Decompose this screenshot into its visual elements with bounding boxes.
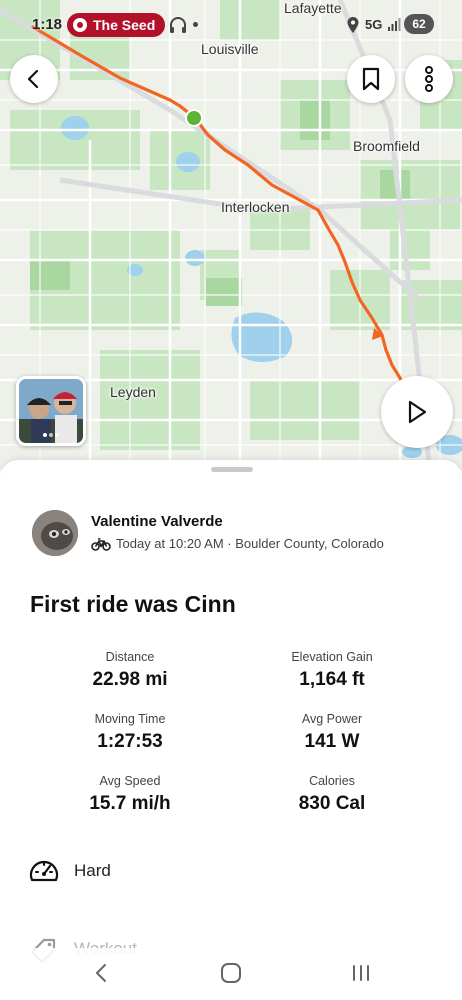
nav-back-button[interactable] [86, 960, 116, 986]
stat-label: Avg Speed [99, 774, 161, 788]
headphones-icon [170, 17, 186, 33]
battery-indicator: 62 [404, 14, 434, 34]
stat-elevation-gain: Elevation Gain 1,164 ft [232, 650, 432, 691]
more-vertical-icon [425, 66, 433, 92]
nav-home-icon [221, 963, 241, 983]
sheet-drag-handle[interactable] [211, 467, 253, 472]
play-icon [408, 400, 427, 424]
chevron-left-icon [27, 69, 39, 89]
activity-title: First ride was Cinn [30, 591, 236, 617]
place-label: Interlocken [221, 199, 290, 215]
place-label: Broomfield [353, 138, 420, 154]
stat-value: 141 W [304, 731, 360, 752]
stat-label: Distance [105, 650, 155, 664]
signal-icon [388, 18, 401, 31]
more-options-button[interactable] [405, 55, 453, 103]
place-label: Louisville [201, 41, 259, 57]
nav-recents-icon [353, 965, 369, 981]
location-icon [347, 17, 359, 33]
perceived-exertion-row[interactable]: Hard [28, 857, 111, 885]
system-navigation-bar [0, 948, 462, 1000]
status-time: 1:18 [32, 16, 63, 33]
notification-pill-label: The Seed [93, 17, 156, 33]
place-label: Leyden [110, 384, 156, 400]
activity-meta: Today at 10:20 AM · Boulder County, Colo… [91, 536, 384, 551]
stat-label: Moving Time [94, 712, 166, 726]
nav-back-icon [96, 964, 106, 982]
speedometer-icon [29, 860, 59, 882]
stat-label: Calories [309, 774, 355, 788]
perceived-exertion-label: Hard [74, 861, 111, 880]
stat-calories: Calories 830 Cal [232, 774, 432, 815]
stat-moving-time: Moving Time 1:27:53 [30, 712, 230, 753]
network-label: 5G [365, 17, 383, 32]
stat-label: Avg Power [301, 712, 363, 726]
stat-label: Elevation Gain [291, 650, 373, 664]
photo-image [19, 379, 83, 443]
stat-value: 1,164 ft [299, 669, 365, 690]
play-flyover-button[interactable] [381, 376, 453, 448]
stat-value: 830 Cal [298, 793, 366, 814]
athlete-name[interactable]: Valentine Valverde [91, 513, 223, 530]
status-dot [193, 22, 198, 27]
stat-avg-speed: Avg Speed 15.7 mi/h [30, 774, 230, 815]
stat-value: 1:27:53 [97, 731, 163, 752]
start-marker [185, 109, 203, 127]
place-label: Lafayette [284, 0, 342, 16]
route-map[interactable]: Lafayette Louisville Broomfield Interloc… [0, 0, 462, 470]
stat-value: 15.7 mi/h [89, 793, 171, 814]
stat-avg-power: Avg Power 141 W [232, 712, 432, 753]
nav-home-button[interactable] [216, 960, 246, 986]
stat-value: 22.98 mi [92, 669, 168, 690]
nav-recents-button[interactable] [346, 960, 376, 986]
bookmark-icon [362, 67, 380, 91]
notification-pill[interactable]: The Seed [67, 13, 166, 37]
back-button[interactable] [10, 55, 58, 103]
avatar-image [32, 510, 78, 556]
avatar[interactable] [32, 510, 78, 556]
save-route-button[interactable] [347, 55, 395, 103]
record-icon [73, 18, 87, 32]
bike-icon [91, 537, 111, 551]
stat-distance: Distance 22.98 mi [30, 650, 230, 691]
activity-details-sheet[interactable]: Valentine Valverde Today at 10:20 AM · B… [0, 460, 462, 1000]
activity-meta-text: Today at 10:20 AM · Boulder County, Colo… [116, 536, 384, 551]
activity-photo-thumbnail[interactable] [16, 376, 86, 446]
